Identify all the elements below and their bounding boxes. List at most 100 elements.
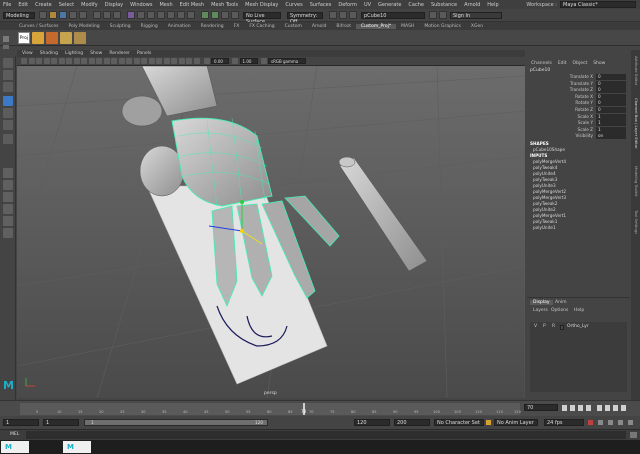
menu-generate[interactable]: Generate	[378, 2, 401, 8]
menu-substance[interactable]: Substance	[431, 2, 457, 8]
thumb-mesh[interactable]	[139, 145, 185, 197]
speaker-icon[interactable]	[608, 420, 613, 425]
grid-icon[interactable]	[51, 58, 57, 64]
channels-menu[interactable]: Channels	[531, 61, 552, 66]
ao-icon[interactable]	[141, 58, 147, 64]
shape-node[interactable]: pCube10Shape	[533, 147, 565, 152]
input-node[interactable]: polyTweak1	[533, 219, 557, 224]
input-node[interactable]: polyMergeVert4	[533, 159, 566, 164]
fps-dropdown[interactable]: 24 fps	[544, 419, 584, 426]
xray-icon[interactable]	[178, 58, 185, 64]
shelf-tool-3-icon[interactable]	[60, 32, 72, 44]
render-settings-icon[interactable]	[221, 11, 229, 19]
attr-translate-y[interactable]: Translate Y0	[527, 80, 630, 88]
exposure-icon[interactable]	[203, 58, 210, 64]
select-tool-icon[interactable]	[3, 58, 13, 68]
save-scene-icon[interactable]	[59, 11, 67, 19]
sign-in-button[interactable]: Sign In	[450, 11, 502, 19]
go-to-start-icon[interactable]	[562, 405, 567, 411]
graph-layout-icon[interactable]	[3, 216, 13, 226]
mode-dropdown[interactable]: Modeling	[3, 11, 35, 19]
attr-scale-z[interactable]: Scale Z1	[527, 126, 630, 134]
viewport-menu-lighting[interactable]: Lighting	[65, 51, 83, 56]
attribute-editor-tab[interactable]: Attribute Editor	[632, 56, 639, 85]
open-scene-icon[interactable]	[49, 11, 57, 19]
help-line-icon[interactable]	[628, 420, 633, 425]
smooth-shade-icon[interactable]	[103, 58, 110, 64]
edit-menu[interactable]: Edit	[558, 61, 567, 66]
depth-of-field-icon[interactable]	[163, 58, 170, 64]
scale-tool-icon[interactable]	[3, 120, 13, 130]
shelf-tab-custom[interactable]: Custom	[280, 24, 307, 29]
paint-select-icon[interactable]	[3, 82, 13, 92]
input-node[interactable]: polyTweak3	[533, 177, 557, 182]
menu-windows[interactable]: Windows	[130, 2, 152, 8]
color-management-icon[interactable]	[260, 58, 267, 64]
attr-translate-x[interactable]: Translate X0	[527, 74, 630, 81]
shelf-tool-4-icon[interactable]	[74, 32, 86, 44]
shelf-tool-2-icon[interactable]	[46, 32, 58, 44]
layer-row[interactable]: V P R Ortho_Lyr	[530, 324, 627, 331]
input-node[interactable]: polyUnite4	[533, 171, 556, 176]
attr-visibility[interactable]: Visibility on	[527, 133, 630, 140]
hypershade-icon[interactable]	[231, 11, 239, 19]
outliner-layout-icon[interactable]	[3, 204, 13, 214]
play-back-icon[interactable]	[586, 405, 591, 411]
shelf-tab-mash[interactable]: MASH	[396, 24, 419, 29]
anim-layer-dropdown[interactable]: No Anim Layer	[494, 419, 538, 426]
menu-create[interactable]: Create	[35, 2, 52, 8]
step-back-key-icon[interactable]	[570, 405, 575, 411]
move-tool-icon[interactable]	[3, 96, 13, 106]
antialias-icon[interactable]	[156, 58, 162, 64]
menu-edit[interactable]: Edit	[18, 2, 28, 8]
playback-start-field[interactable]: 1	[43, 419, 79, 426]
menu-mesh-tools[interactable]: Mesh Tools	[211, 2, 238, 8]
loop-icon[interactable]	[598, 420, 603, 425]
menu-surfaces[interactable]: Surfaces	[310, 2, 332, 8]
shelf-tool-icon[interactable]	[32, 32, 44, 44]
shelf-proj-button[interactable]: Proj	[18, 32, 30, 44]
color-space-dropdown[interactable]: sRGB gamma	[268, 58, 306, 64]
input-node[interactable]: polyMergeVert2	[533, 189, 566, 194]
workspace-dropdown[interactable]: Maya Classic*	[560, 1, 636, 8]
shelf-tab-poly[interactable]: Poly Modeling	[64, 24, 105, 29]
anim-tab[interactable]: Anim	[555, 300, 567, 305]
input-node[interactable]: polyUnite3	[533, 183, 556, 188]
layer-visible-toggle[interactable]: V	[534, 324, 537, 329]
character-set-dropdown[interactable]: No Character Set	[434, 419, 484, 426]
current-frame-field[interactable]: 70	[524, 404, 558, 411]
menu-modify[interactable]: Modify	[81, 2, 98, 8]
snap-curve-icon[interactable]	[147, 11, 155, 19]
layout-pane-icon[interactable]	[3, 192, 13, 202]
input-node[interactable]: polyMergeVert3	[533, 195, 566, 200]
tool-settings-tab[interactable]: Tool Settings	[632, 210, 639, 234]
viewport-menu-view[interactable]: View	[22, 51, 33, 56]
menu-edit-mesh[interactable]: Edit Mesh	[180, 2, 204, 8]
input-ops-icon[interactable]	[339, 11, 347, 19]
menu-mesh[interactable]: Mesh	[159, 2, 172, 8]
bookmark-icon[interactable]	[36, 58, 42, 64]
modeling-toolkit-tab[interactable]: Modeling Toolkit	[632, 166, 639, 197]
shelf-tab-fx-caching[interactable]: FX Caching	[244, 24, 279, 29]
playback-end-field[interactable]: 120	[354, 419, 390, 426]
viewport-menu-renderer[interactable]: Renderer	[109, 51, 130, 56]
shelf-gear-icon[interactable]	[3, 45, 9, 49]
shelf-tab-custom-proj[interactable]: Custom_Proj*	[355, 23, 397, 29]
resolution-gate-icon[interactable]	[66, 58, 72, 64]
viewport-menu-show[interactable]: Show	[90, 51, 102, 56]
live-surface-field[interactable]: No Live Surface	[243, 11, 281, 25]
menu-help[interactable]: Help	[487, 2, 498, 8]
shelf-tab-motion-graphics[interactable]: Motion Graphics	[419, 24, 466, 29]
last-tool-icon[interactable]	[3, 134, 13, 144]
four-pane-icon[interactable]	[3, 180, 13, 190]
viewport-menu-shading[interactable]: Shading	[40, 51, 58, 56]
select-component-icon[interactable]	[113, 11, 121, 19]
new-scene-icon[interactable]	[39, 11, 47, 19]
rotate-tool-icon[interactable]	[3, 108, 13, 118]
shelf-tab-animation[interactable]: Animation	[163, 24, 196, 29]
history-icon[interactable]	[187, 11, 195, 19]
back-hand-mesh[interactable]	[121, 95, 163, 127]
script-editor-icon[interactable]	[630, 432, 637, 438]
shadows-icon[interactable]	[133, 58, 140, 64]
isolate-icon[interactable]	[171, 58, 177, 64]
